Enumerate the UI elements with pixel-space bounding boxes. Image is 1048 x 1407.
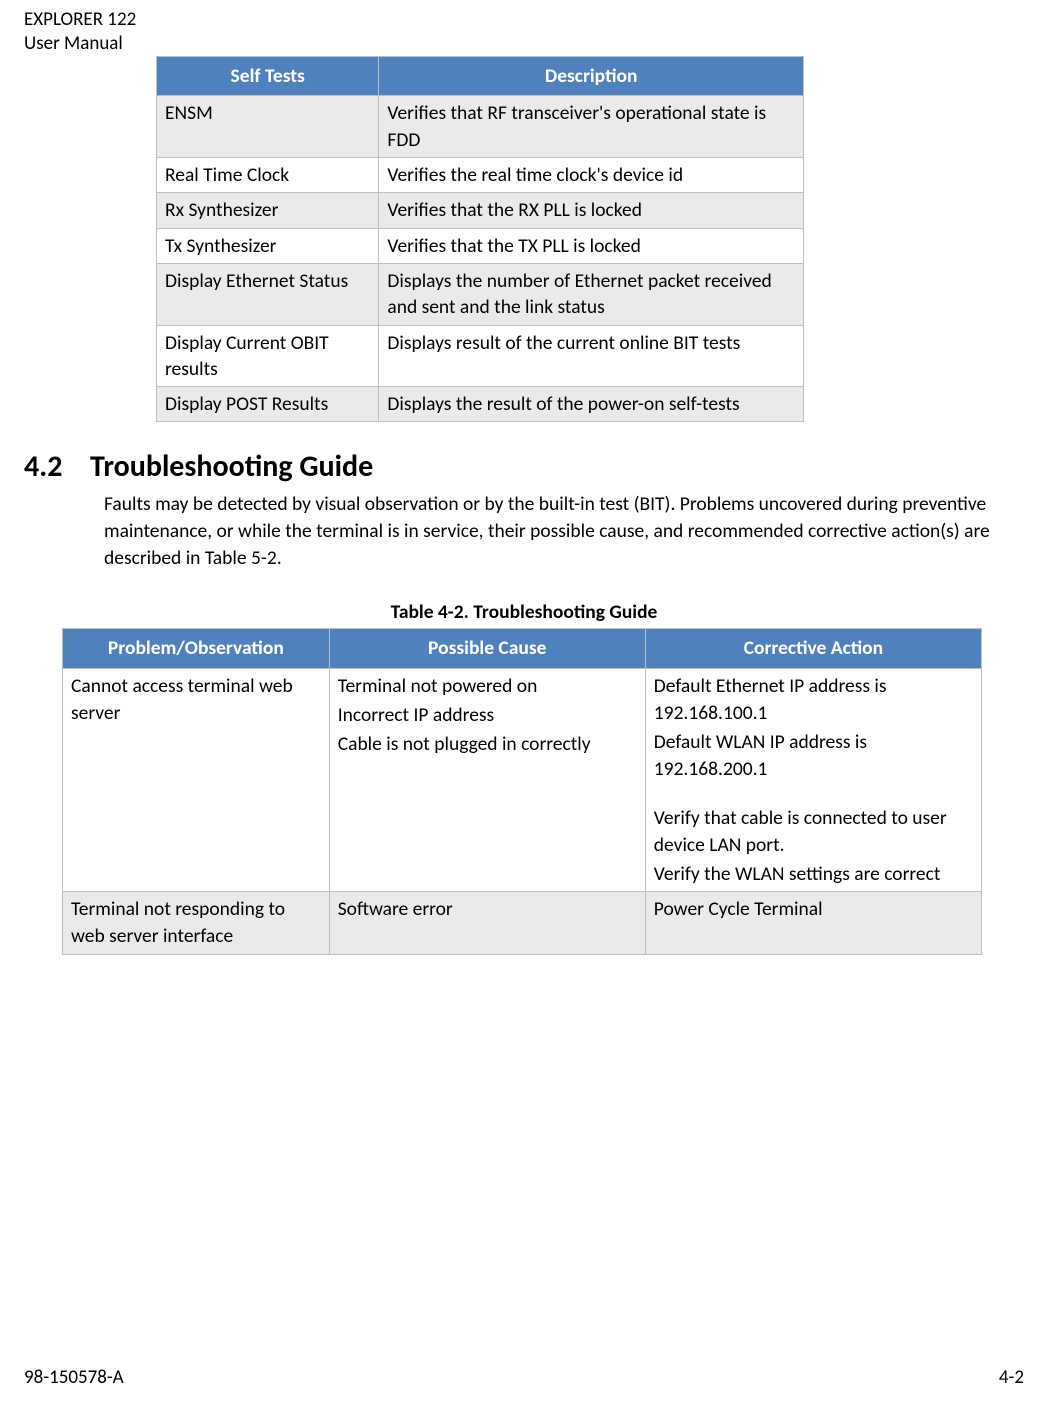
cell-test: Display Ethernet Status xyxy=(157,263,379,325)
cell-test: Real Time Clock xyxy=(157,157,379,192)
cell-problem: Terminal not responding to web server in… xyxy=(63,892,330,955)
section-heading: 4.2Troubleshooting Guide xyxy=(24,448,1024,485)
table-row: Display POST Results Displays the result… xyxy=(157,387,804,422)
cell-line: Terminal not powered on xyxy=(338,673,637,700)
col-description: Description xyxy=(379,57,804,96)
cell-desc: Verifies that the TX PLL is locked xyxy=(379,228,804,263)
col-problem: Problem/Observation xyxy=(63,629,330,669)
cell-test: Display POST Results xyxy=(157,387,379,422)
cell-line: Power Cycle Terminal xyxy=(654,896,973,923)
self-tests-table: Self Tests Description ENSM Verifies tha… xyxy=(156,56,804,422)
cell-line: Default Ethernet IP address is 192.168.1… xyxy=(654,673,973,727)
cell-desc: Verifies the real time clock's device id xyxy=(379,157,804,192)
table-row: Real Time Clock Verifies the real time c… xyxy=(157,157,804,192)
col-action: Corrective Action xyxy=(645,629,981,669)
cell-line: Cannot access terminal web server xyxy=(71,673,321,727)
section-number: 4.2 xyxy=(24,448,90,485)
cell-desc: Displays the number of Ethernet packet r… xyxy=(379,263,804,325)
cell-desc: Displays result of the current online BI… xyxy=(379,325,804,387)
table-row: Display Current OBIT results Displays re… xyxy=(157,325,804,387)
table-header-row: Self Tests Description xyxy=(157,57,804,96)
cell-line: Software error xyxy=(338,896,637,923)
cell-problem: Cannot access terminal web server xyxy=(63,669,330,892)
cell-desc: Verifies that the RX PLL is locked xyxy=(379,193,804,228)
section-title: Troubleshooting Guide xyxy=(90,448,373,485)
cell-test: Tx Synthesizer xyxy=(157,228,379,263)
cell-action: Default Ethernet IP address is 192.168.1… xyxy=(645,669,981,892)
section-paragraph: Faults may be detected by visual observa… xyxy=(104,491,1014,572)
cell-spacer xyxy=(654,785,973,803)
cell-cause: Terminal not powered on Incorrect IP add… xyxy=(329,669,645,892)
page-content: Self Tests Description ENSM Verifies tha… xyxy=(24,56,1024,955)
cell-line: Cable is not plugged in correctly xyxy=(338,731,637,758)
col-self-tests: Self Tests xyxy=(157,57,379,96)
cell-cause: Software error xyxy=(329,892,645,955)
cell-test: Rx Synthesizer xyxy=(157,193,379,228)
cell-action: Power Cycle Terminal xyxy=(645,892,981,955)
col-cause: Possible Cause xyxy=(329,629,645,669)
table-row: ENSM Verifies that RF transceiver's oper… xyxy=(157,96,804,158)
table-caption: Table 4-2. Troubleshooting Guide xyxy=(24,600,1024,624)
cell-test: ENSM xyxy=(157,96,379,158)
cell-line: Default WLAN IP address is 192.168.200.1 xyxy=(654,729,973,783)
table-header-row: Problem/Observation Possible Cause Corre… xyxy=(63,629,982,669)
cell-line: Incorrect IP address xyxy=(338,702,637,729)
footer-page-number: 4-2 xyxy=(999,1366,1024,1389)
table-row: Terminal not responding to web server in… xyxy=(63,892,982,955)
troubleshooting-table: Problem/Observation Possible Cause Corre… xyxy=(62,628,982,955)
cell-test: Display Current OBIT results xyxy=(157,325,379,387)
table-row: Tx Synthesizer Verifies that the TX PLL … xyxy=(157,228,804,263)
cell-desc: Displays the result of the power-on self… xyxy=(379,387,804,422)
cell-line: Terminal not responding to web server in… xyxy=(71,896,321,950)
table-row: Cannot access terminal web server Termin… xyxy=(63,669,982,892)
doc-type: User Manual xyxy=(24,32,136,56)
cell-line: Verify that cable is connected to user d… xyxy=(654,805,973,859)
page-header: EXPLORER 122 User Manual xyxy=(24,8,136,56)
table-row: Display Ethernet Status Displays the num… xyxy=(157,263,804,325)
cell-desc: Verifies that RF transceiver's operation… xyxy=(379,96,804,158)
cell-line: Verify the WLAN settings are correct xyxy=(654,861,973,888)
doc-id: EXPLORER 122 xyxy=(24,8,136,32)
table-row: Rx Synthesizer Verifies that the RX PLL … xyxy=(157,193,804,228)
footer-doc-number: 98-150578-A xyxy=(24,1366,124,1389)
